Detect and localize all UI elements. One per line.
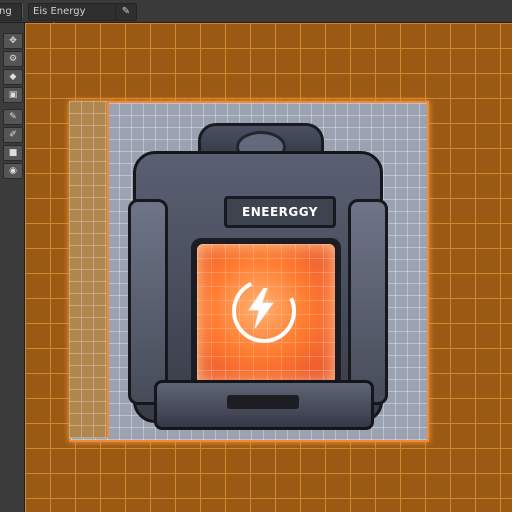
pen-icon: ✎ xyxy=(121,6,131,17)
tab-active-document[interactable]: Eis Energy Canister xyxy=(28,3,118,33)
layer-icon: ▣ xyxy=(8,90,18,100)
left-toolbar: ✥ ⚙ ◆ ▣ ✎ ✐ ■ ◉ xyxy=(0,23,25,512)
pencil-tool-button[interactable]: ✎ xyxy=(3,109,23,125)
canister-label: ENEERGGY xyxy=(224,196,336,228)
settings-icon: ⚙ xyxy=(8,54,18,64)
lightning-bolt-icon xyxy=(248,288,274,328)
canister-body: ENEERGGY xyxy=(128,151,388,430)
move-icon: ✥ xyxy=(9,36,17,46)
link-tool-button[interactable]: ◆ xyxy=(3,69,23,85)
canister-right-armor xyxy=(348,199,388,405)
eye-tool-button[interactable]: ◉ xyxy=(3,163,23,179)
tab-previous-label: ng xyxy=(0,6,12,17)
canister-screen xyxy=(197,244,335,384)
square-tool-button[interactable]: ■ xyxy=(3,145,23,161)
pencil-icon: ✎ xyxy=(9,112,17,122)
top-bar: ng Eis Energy Canister ✎ xyxy=(0,0,512,33)
tab-previous[interactable]: ng xyxy=(0,3,22,21)
settings-tool-button[interactable]: ⚙ xyxy=(3,51,23,67)
canvas[interactable]: ENEERGGY xyxy=(25,23,512,512)
move-tool-button[interactable]: ✥ xyxy=(3,33,23,49)
divider xyxy=(22,4,23,18)
canister-base-slot xyxy=(227,395,299,409)
canister-screen-frame xyxy=(191,238,341,390)
brush-tool-button[interactable]: ✐ xyxy=(3,127,23,143)
brush-icon: ✐ xyxy=(9,130,17,140)
canister-base xyxy=(154,380,374,430)
layer-tool-button[interactable]: ▣ xyxy=(3,87,23,103)
square-icon: ■ xyxy=(8,148,18,158)
pen-tool-button[interactable]: ✎ xyxy=(115,3,137,21)
eye-icon: ◉ xyxy=(9,166,17,176)
link-icon: ◆ xyxy=(9,72,17,82)
selection-margin xyxy=(69,101,109,438)
canister-left-armor xyxy=(128,199,168,405)
energy-canister-sprite[interactable]: ENEERGGY xyxy=(128,123,388,430)
